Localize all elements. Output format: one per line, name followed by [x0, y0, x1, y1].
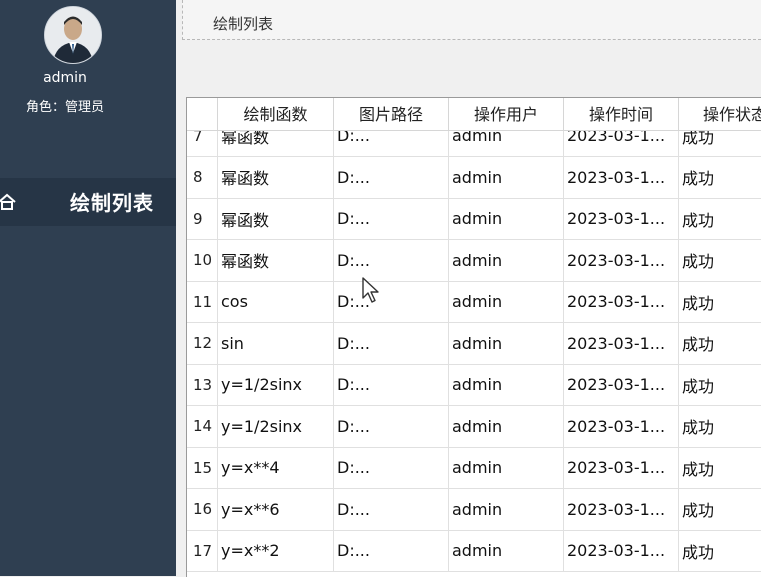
cell-image-path: D:... [334, 447, 449, 488]
cell-function: y=x**6 [218, 489, 334, 530]
cell-user: admin [449, 489, 564, 530]
cell-time: 2023-03-1... [564, 198, 679, 239]
cell-image-path: D:... [334, 281, 449, 322]
column-header-index[interactable] [187, 98, 218, 130]
cell-time: 2023-03-1... [564, 447, 679, 488]
cell-user: admin [449, 364, 564, 405]
cell-time: 2023-03-1... [564, 406, 679, 447]
cell-status: 成功 [679, 199, 761, 240]
cell-function: 幂函数 [218, 198, 334, 239]
sidebar: admin 角色：管理员 绘制列表 [0, 0, 176, 576]
cell-user: admin [449, 240, 564, 281]
column-header-status[interactable]: 操作状态 [679, 98, 761, 130]
cell-time: 2023-03-1... [564, 323, 679, 364]
cell-image-path: D:... [334, 323, 449, 364]
table-header: 绘制函数 图片路径 操作用户 操作时间 操作状态 [187, 98, 761, 131]
column-header-function[interactable]: 绘制函数 [218, 98, 334, 130]
cell-user: admin [449, 406, 564, 447]
cell-user: admin [449, 447, 564, 488]
table-row[interactable]: 13 y=1/2sinx D:... admin 2023-03-1... 成功 [187, 364, 761, 406]
cell-image-path: D:... [334, 406, 449, 447]
cell-status: 成功 [679, 489, 761, 530]
cell-time: 2023-03-1... [564, 281, 679, 322]
cell-index: 11 [187, 281, 218, 322]
cell-image-path: D:... [334, 489, 449, 530]
cell-image-path: D:... [334, 364, 449, 405]
cell-function: 幂函数 [218, 240, 334, 281]
cell-status: 成功 [679, 365, 761, 406]
mouse-cursor-icon [362, 277, 379, 303]
cell-image-path: D:... [334, 240, 449, 281]
home-icon [0, 193, 16, 210]
cell-index: 17 [187, 530, 218, 571]
table-row[interactable]: 14 y=1/2sinx D:... admin 2023-03-1... 成功 [187, 406, 761, 448]
cell-function: y=x**4 [218, 447, 334, 488]
cell-index: 16 [187, 489, 218, 530]
user-avatar-icon [45, 7, 101, 63]
cell-function: y=x**2 [218, 530, 334, 571]
table-row[interactable]: 10 幂函数 D:... admin 2023-03-1... 成功 [187, 240, 761, 282]
cell-user: admin [449, 530, 564, 571]
cell-status: 成功 [679, 323, 761, 364]
cell-function: 幂函数 [218, 157, 334, 198]
cell-status: 成功 [679, 531, 761, 572]
cell-index: 15 [187, 447, 218, 488]
cell-time: 2023-03-1... [564, 240, 679, 281]
cell-image-path: D:... [334, 198, 449, 239]
cell-time: 2023-03-1... [564, 364, 679, 405]
table-row[interactable]: 11 cos D:... admin 2023-03-1... 成功 [187, 281, 761, 323]
cell-index: 12 [187, 323, 218, 364]
user-role: 角色：管理员 [25, 100, 104, 115]
cell-status: 成功 [679, 448, 761, 489]
cell-index: 8 [187, 157, 218, 198]
sidebar-item-label: 绘制列表 [70, 191, 154, 215]
cell-time: 2023-03-1... [564, 530, 679, 571]
cell-user: admin [449, 157, 564, 198]
cell-function: sin [218, 323, 334, 364]
table-row[interactable]: 15 y=x**4 D:... admin 2023-03-1... 成功 [187, 447, 761, 489]
column-header-time[interactable]: 操作时间 [564, 98, 679, 130]
table-row[interactable]: 16 y=x**6 D:... admin 2023-03-1... 成功 [187, 489, 761, 531]
cell-user: admin [449, 323, 564, 364]
column-header-user[interactable]: 操作用户 [449, 98, 564, 130]
cell-image-path: D:... [334, 530, 449, 571]
table-row[interactable]: 9 幂函数 D:... admin 2023-03-1... 成功 [187, 198, 761, 240]
cell-function: y=1/2sinx [218, 364, 334, 405]
cell-image-path: D:... [334, 157, 449, 198]
page-header: 绘制列表 [182, 0, 761, 40]
table-row[interactable]: 17 y=x**2 D:... admin 2023-03-1... 成功 [187, 530, 761, 572]
cell-status: 成功 [679, 157, 761, 198]
cell-index: 10 [187, 240, 218, 281]
cell-status: 成功 [679, 282, 761, 323]
sidebar-item-draw-list[interactable]: 绘制列表 [0, 178, 176, 226]
cell-user: admin [449, 198, 564, 239]
table-row[interactable]: 12 sin D:... admin 2023-03-1... 成功 [187, 323, 761, 365]
page-title: 绘制列表 [213, 15, 274, 33]
avatar[interactable] [44, 6, 102, 64]
username: admin [43, 70, 87, 86]
cell-function: y=1/2sinx [218, 406, 334, 447]
data-table[interactable]: 7 幂函数 D:... admin 2023-03-1... 成功 8 幂函数 D:... adm… [186, 97, 761, 577]
cell-index: 9 [187, 198, 218, 239]
cell-index: 14 [187, 406, 218, 447]
cell-index: 13 [187, 364, 218, 405]
column-header-image-path[interactable]: 图片路径 [334, 98, 449, 130]
cell-function: cos [218, 281, 334, 322]
cell-status: 成功 [679, 406, 761, 447]
cell-time: 2023-03-1... [564, 157, 679, 198]
cell-time: 2023-03-1... [564, 489, 679, 530]
table-row[interactable]: 8 幂函数 D:... admin 2023-03-1... 成功 [187, 157, 761, 199]
cell-status: 成功 [679, 240, 761, 281]
cell-user: admin [449, 281, 564, 322]
